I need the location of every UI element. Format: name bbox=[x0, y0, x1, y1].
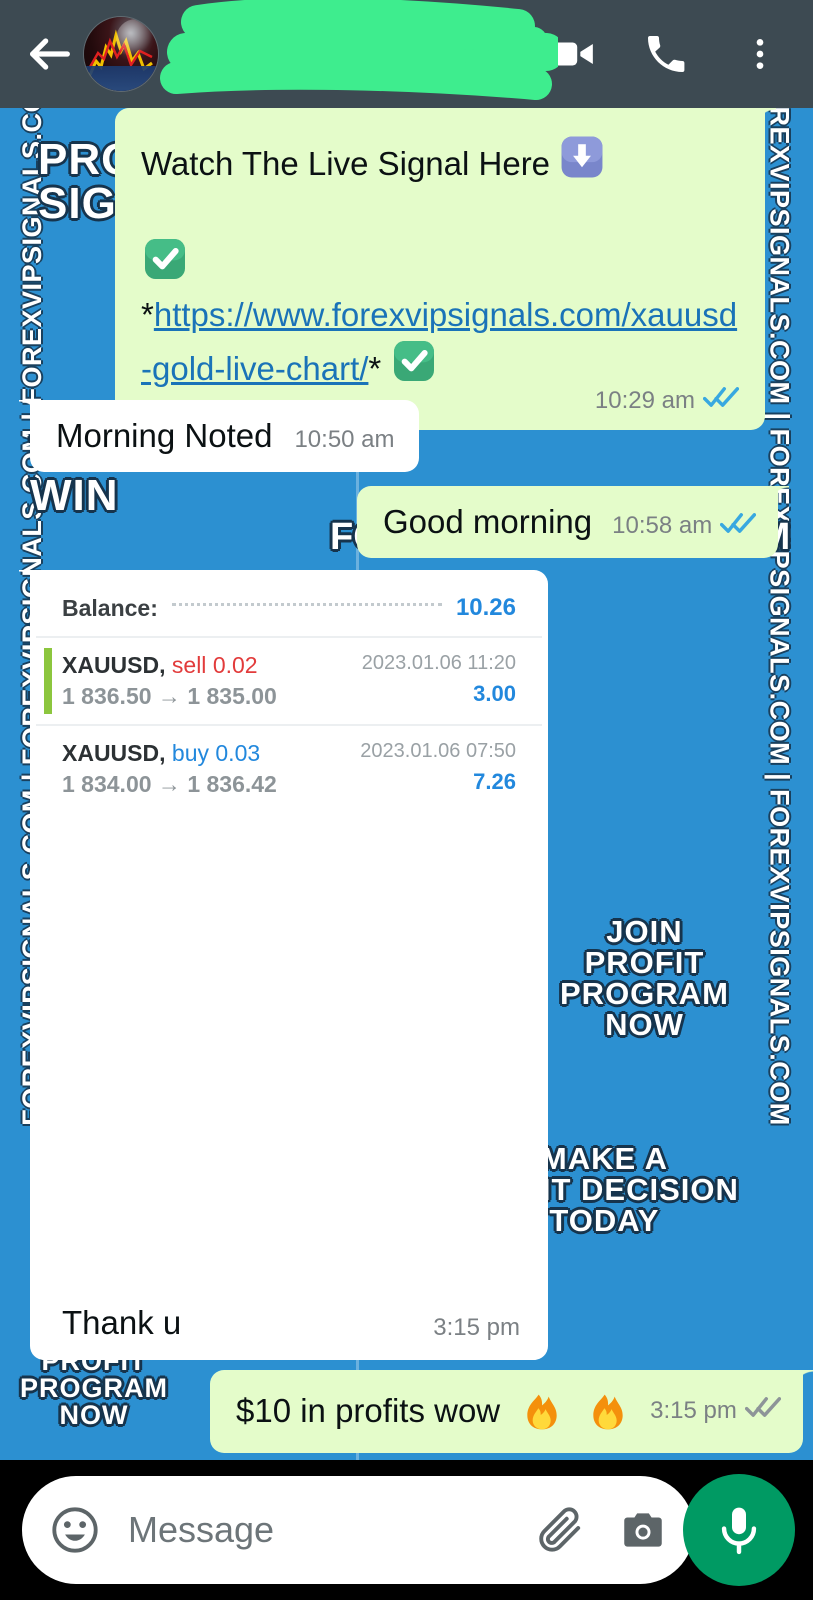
trade-row-profit: 3.00 bbox=[473, 681, 516, 706]
trade-row-arrow-icon: → bbox=[157, 683, 181, 709]
double-check-blue-icon bbox=[720, 511, 757, 542]
message-caption-row: Thank u 3:15 pm bbox=[36, 1304, 542, 1360]
message-timestamp: 10:29 am bbox=[594, 386, 695, 414]
message-meta: 10:29 am bbox=[594, 385, 740, 416]
trade-row-price-open: 1 836.50 bbox=[62, 683, 152, 709]
trade-balance-label: Balance: bbox=[62, 594, 158, 621]
voice-call-icon[interactable] bbox=[635, 23, 697, 85]
message-bubble-incoming-morning-noted[interactable]: Morning Noted 10:50 am bbox=[19, 400, 419, 472]
trade-row-profit: 7.26 bbox=[473, 769, 516, 794]
message-input-placeholder[interactable]: Message bbox=[128, 1509, 522, 1551]
message-list[interactable]: Watch The Live Signal Here *https://www.… bbox=[0, 108, 813, 1460]
message-timestamp: 3:15 pm bbox=[650, 1396, 737, 1424]
trade-row: XAUUSD, sell 0.02 1 836.50 → 1 835.00 20… bbox=[36, 636, 542, 724]
message-bubble-outgoing-good-morning[interactable]: Good morning 10:58 am bbox=[357, 486, 790, 558]
trade-row-left: XAUUSD, sell 0.02 1 836.50 → 1 835.00 bbox=[62, 652, 362, 710]
trade-row-symbol-line: XAUUSD, buy 0.03 bbox=[62, 740, 360, 767]
message-text-good-morning: Good morning bbox=[383, 503, 593, 540]
whatsapp-chat-screen: FOREXVIPSIGNALS.COM | FOREXVIPSIGNALS.CO… bbox=[0, 0, 813, 1600]
trade-row-arrow-icon: → bbox=[157, 771, 181, 797]
trade-balance-row: Balance: 10.26 bbox=[36, 576, 542, 636]
avatar-gloss bbox=[116, 19, 156, 59]
fire-emoji bbox=[584, 1384, 632, 1437]
trade-row-right: 2023.01.06 11:20 3.00 bbox=[362, 652, 516, 710]
overflow-menu-icon[interactable] bbox=[729, 23, 791, 85]
trade-row-datetime: 2023.01.06 07:50 bbox=[360, 740, 516, 762]
contact-name-wrap[interactable] bbox=[158, 0, 558, 108]
trade-row-price-close: 1 836.42 bbox=[187, 771, 277, 797]
trade-row-right: 2023.01.06 07:50 7.26 bbox=[360, 740, 516, 798]
trade-row-volume: 0.03 bbox=[215, 740, 261, 766]
trade-card-empty-space bbox=[36, 812, 542, 1304]
trade-row-prices: 1 836.50 → 1 835.00 bbox=[62, 683, 362, 710]
message-text-watch-signal: Watch The Live Signal Here bbox=[141, 145, 551, 182]
down-arrow-emoji bbox=[559, 134, 605, 191]
trade-row-symbol-line: XAUUSD, sell 0.02 bbox=[62, 652, 362, 679]
trade-row-prices: 1 834.00 → 1 836.42 bbox=[62, 771, 360, 798]
trade-row-volume: 0.02 bbox=[212, 652, 258, 678]
trade-row: XAUUSD, buy 0.03 1 834.00 → 1 836.42 202… bbox=[36, 724, 542, 812]
message-line-watch-signal: Watch The Live Signal Here bbox=[141, 134, 739, 191]
trade-row-profit-bar bbox=[44, 648, 52, 714]
emoji-smiley-icon[interactable] bbox=[48, 1503, 102, 1557]
compose-field[interactable]: Message bbox=[22, 1476, 694, 1584]
message-meta: 3:15 pm bbox=[650, 1395, 781, 1426]
message-timestamp: 10:50 am bbox=[294, 426, 395, 453]
message-text-thank-u: Thank u bbox=[62, 1304, 182, 1341]
camera-icon[interactable] bbox=[618, 1505, 668, 1555]
trade-balance-value: 10.26 bbox=[455, 594, 516, 621]
message-timestamp: 10:58 am bbox=[612, 512, 713, 539]
double-check-grey-icon bbox=[744, 1395, 781, 1426]
white-check-mark-emoji-leading bbox=[141, 235, 189, 294]
trade-row-symbol: XAUUSD, bbox=[62, 740, 166, 766]
message-bubble-incoming-trade-screenshot[interactable]: Balance: 10.26 XAUUSD, sell 0.02 1 836.5… bbox=[19, 570, 548, 1360]
trade-row-price-open: 1 834.00 bbox=[62, 771, 152, 797]
green-scribble-redaction bbox=[160, 0, 558, 100]
message-input-bar: Message bbox=[0, 1460, 813, 1600]
message-link-suffix: * bbox=[368, 349, 382, 387]
message-meta: 10:58 am bbox=[612, 511, 757, 542]
trade-balance-dotted-leader bbox=[171, 602, 442, 606]
trade-history-card: Balance: 10.26 XAUUSD, sell 0.02 1 836.5… bbox=[36, 576, 542, 1360]
message-bubble-outgoing-profits[interactable]: $10 in profits wow 3:15 pm bbox=[210, 1370, 813, 1453]
message-bubble-outgoing-link[interactable]: Watch The Live Signal Here *https://www.… bbox=[115, 108, 776, 431]
fire-emoji bbox=[518, 1384, 566, 1437]
trade-row-left: XAUUSD, buy 0.03 1 834.00 → 1 836.42 bbox=[62, 740, 360, 798]
chat-header bbox=[0, 0, 813, 108]
back-arrow-icon[interactable] bbox=[22, 26, 78, 82]
message-link-url[interactable]: https://www.forexvipsignals.com/xauusd-g… bbox=[141, 296, 737, 387]
double-check-blue-icon bbox=[702, 385, 740, 416]
header-actions bbox=[541, 23, 791, 85]
paperclip-icon[interactable] bbox=[534, 1504, 586, 1556]
trade-row-side: sell bbox=[171, 652, 207, 678]
trade-row-datetime: 2023.01.06 11:20 bbox=[361, 652, 516, 674]
trade-row-price-close: 1 835.00 bbox=[187, 683, 277, 709]
avatar-chart-base bbox=[84, 65, 158, 91]
message-text-profits: $10 in profits wow bbox=[236, 1391, 501, 1429]
message-link-prefix: * bbox=[141, 296, 154, 334]
trade-row-side: buy bbox=[171, 740, 209, 766]
video-call-icon[interactable] bbox=[541, 23, 603, 85]
message-text-morning-noted: Morning Noted bbox=[56, 417, 273, 454]
trade-row-symbol: XAUUSD, bbox=[62, 652, 166, 678]
contact-avatar[interactable] bbox=[84, 17, 158, 91]
message-line-link: *https://www.forexvipsignals.com/xauusd-… bbox=[141, 235, 739, 396]
microphone-button[interactable] bbox=[683, 1474, 795, 1586]
message-timestamp: 3:15 pm bbox=[433, 1314, 520, 1341]
white-check-mark-emoji-trailing bbox=[390, 337, 438, 396]
